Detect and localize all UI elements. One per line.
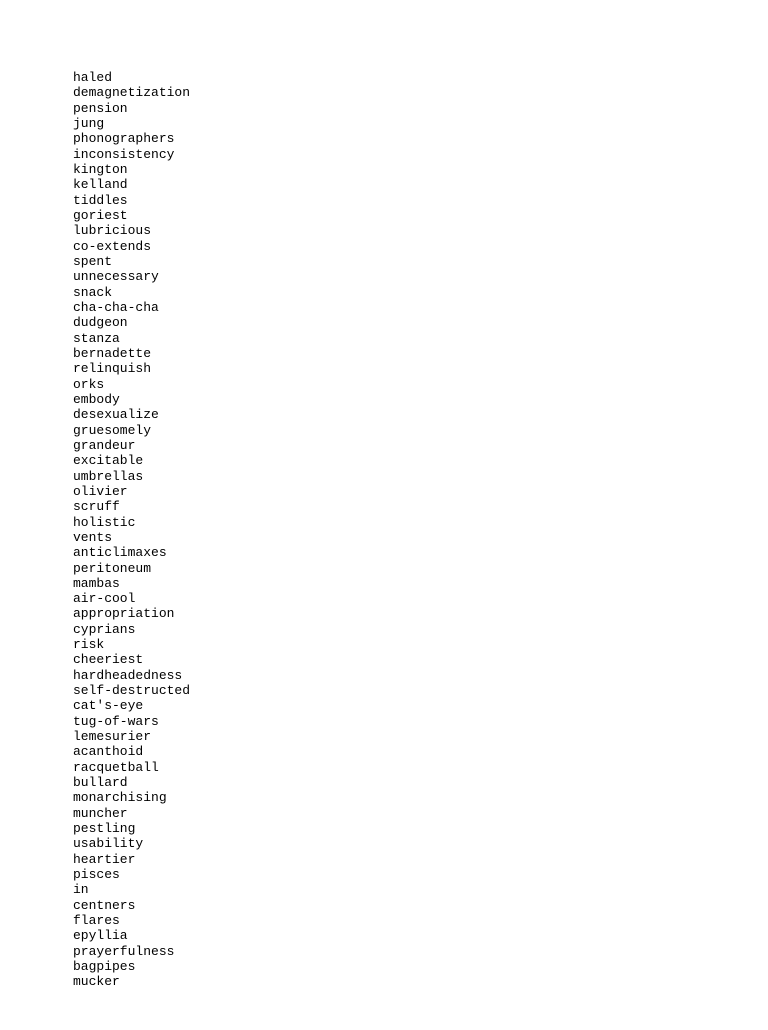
list-item: cyprians [73,622,768,637]
list-item: mambas [73,576,768,591]
list-item: lubricious [73,223,768,238]
list-item: phonographers [73,131,768,146]
list-item: prayerfulness [73,944,768,959]
list-item: acanthoid [73,744,768,759]
list-item: dudgeon [73,315,768,330]
list-item: usability [73,836,768,851]
list-item: tiddles [73,193,768,208]
list-item: lemesurier [73,729,768,744]
list-item: flares [73,913,768,928]
list-item: epyllia [73,928,768,943]
list-item: air-cool [73,591,768,606]
list-item: pisces [73,867,768,882]
list-item: tug-of-wars [73,714,768,729]
list-item: umbrellas [73,469,768,484]
list-item: pestling [73,821,768,836]
list-item: relinquish [73,361,768,376]
list-item: spent [73,254,768,269]
list-item: bullard [73,775,768,790]
list-item: anticlimaxes [73,545,768,560]
list-item: grandeur [73,438,768,453]
list-item: monarchising [73,790,768,805]
list-item: kington [73,162,768,177]
list-item: muncher [73,806,768,821]
list-item: in [73,882,768,897]
list-item: orks [73,377,768,392]
list-item: heartier [73,852,768,867]
list-item: vents [73,530,768,545]
list-item: demagnetization [73,85,768,100]
list-item: centners [73,898,768,913]
list-item: appropriation [73,606,768,621]
list-item: snack [73,285,768,300]
list-item: excitable [73,453,768,468]
list-item: self-destructed [73,683,768,698]
list-item: kelland [73,177,768,192]
list-item: haled [73,70,768,85]
list-item: desexualize [73,407,768,422]
list-item: holistic [73,515,768,530]
list-item: cat's-eye [73,698,768,713]
list-item: cheeriest [73,652,768,667]
list-item: gruesomely [73,423,768,438]
word-list: haleddemagnetizationpensionjungphonograp… [73,70,768,990]
list-item: inconsistency [73,147,768,162]
list-item: unnecessary [73,269,768,284]
list-item: olivier [73,484,768,499]
list-item: jung [73,116,768,131]
list-item: bernadette [73,346,768,361]
list-item: hardheadedness [73,668,768,683]
list-item: co-extends [73,239,768,254]
list-item: mucker [73,974,768,989]
list-item: goriest [73,208,768,223]
list-item: cha-cha-cha [73,300,768,315]
list-item: pension [73,101,768,116]
list-item: risk [73,637,768,652]
list-item: scruff [73,499,768,514]
list-item: peritoneum [73,561,768,576]
list-item: bagpipes [73,959,768,974]
list-item: embody [73,392,768,407]
list-item: stanza [73,331,768,346]
list-item: racquetball [73,760,768,775]
